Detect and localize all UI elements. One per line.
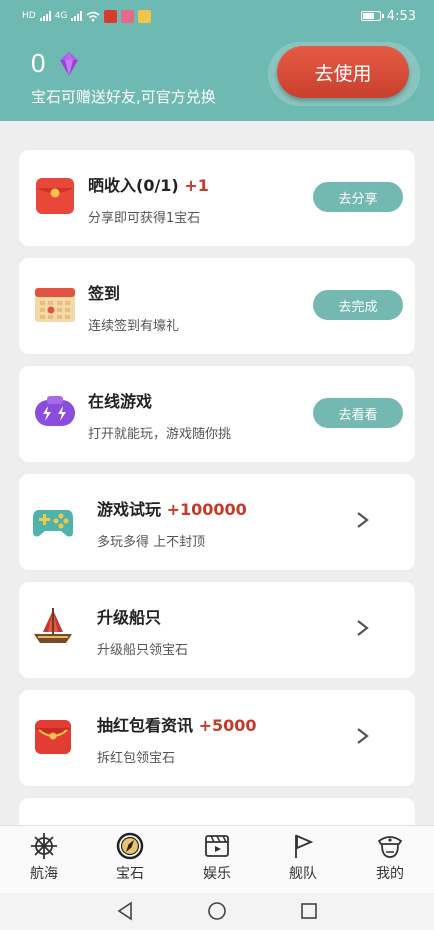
- home-icon[interactable]: [207, 901, 227, 921]
- share-button[interactable]: 去分享: [313, 182, 403, 212]
- use-gems-button[interactable]: 去使用: [277, 46, 409, 98]
- tab-gems[interactable]: 宝石: [95, 832, 165, 890]
- gamepad-lightning-icon: [35, 396, 75, 426]
- hd-label: HD: [22, 10, 36, 21]
- task-bonus: +5000: [198, 716, 257, 735]
- task-title: 晒收入(0/1): [88, 176, 179, 195]
- app-notification-icon: [138, 9, 152, 23]
- tab-label: 宝石: [116, 866, 144, 882]
- network-label: 4G: [54, 10, 68, 21]
- purple-gem-icon: [60, 51, 79, 76]
- ship-icon: [34, 608, 72, 643]
- app-notification-icon: [104, 9, 118, 23]
- clock: 4:53: [386, 8, 416, 24]
- signal-icon: [39, 11, 51, 21]
- task-subtitle: 拆红包领宝石: [97, 751, 176, 766]
- task-title: 游戏试玩: [97, 500, 162, 519]
- back-icon[interactable]: [116, 901, 134, 921]
- red-pouch-icon: [35, 720, 71, 754]
- gem-count: 0: [31, 48, 46, 78]
- task-card-online-games: 在线游戏 打开就能玩，游戏随你挑 去看看: [19, 366, 415, 462]
- app-notification-icon: [121, 9, 135, 23]
- task-title: 签到: [88, 284, 121, 303]
- task-title: 在线游戏: [88, 392, 153, 411]
- compass-icon: [116, 832, 144, 860]
- task-subtitle: 升级船只领宝石: [97, 643, 189, 658]
- tab-label: 航海: [30, 866, 58, 882]
- task-subtitle: 连续签到有壕礼: [88, 319, 180, 334]
- gem-balance: 0: [31, 48, 79, 79]
- task-card-checkin: 签到 连续签到有壕礼 去完成: [19, 258, 415, 354]
- task-card-red-packet-news[interactable]: 抽红包看资讯 +5000 拆红包领宝石: [19, 690, 415, 786]
- clapper-icon: [205, 835, 229, 857]
- recents-icon[interactable]: [300, 901, 318, 921]
- system-nav-bar: [0, 893, 434, 930]
- view-games-button[interactable]: 去看看: [313, 398, 403, 428]
- gem-tip: 宝石可赠送好友,可官方兑换: [31, 88, 216, 106]
- chevron-right-icon[interactable]: [351, 616, 375, 640]
- header: HD 4G 4:53 0 宝石可赠送好友,可官方兑换 去使用: [0, 0, 434, 121]
- tab-entertainment[interactable]: 娱乐: [182, 832, 252, 890]
- signal-icon: [71, 11, 83, 21]
- tab-fleet[interactable]: 舰队: [268, 832, 338, 890]
- checkin-button[interactable]: 去完成: [313, 290, 403, 320]
- task-subtitle: 多玩多得 上不封顶: [97, 535, 206, 550]
- chevron-right-icon[interactable]: [351, 508, 375, 532]
- task-card-share-income: 晒收入(0/1) +1 分享即可获得1宝石 去分享: [19, 150, 415, 246]
- status-bar: HD 4G 4:53: [22, 6, 416, 26]
- tab-label: 娱乐: [203, 866, 231, 882]
- tab-profile[interactable]: 我的: [355, 832, 425, 890]
- tab-label: 舰队: [289, 866, 317, 882]
- task-bonus: +1: [184, 176, 209, 195]
- task-subtitle: 打开就能玩，游戏随你挑: [88, 427, 232, 442]
- red-envelope-icon: [36, 178, 74, 214]
- helm-icon: [31, 833, 57, 859]
- task-title: 升级船只: [97, 608, 162, 627]
- task-bonus: +100000: [166, 500, 247, 519]
- task-card-trial-games[interactable]: 游戏试玩 +100000 多玩多得 上不封顶: [19, 474, 415, 570]
- flag-icon: [295, 834, 314, 858]
- tab-label: 我的: [376, 866, 404, 882]
- task-title: 抽红包看资讯: [97, 716, 194, 735]
- wifi-icon: [86, 11, 100, 21]
- bottom-tab-bar: 航海 宝石 娱乐 舰队 我的: [0, 825, 434, 893]
- battery-icon: [360, 11, 384, 21]
- captain-icon: [377, 836, 403, 858]
- task-subtitle: 分享即可获得1宝石: [88, 211, 201, 226]
- task-card-upgrade-ship[interactable]: 升级船只 升级船只领宝石: [19, 582, 415, 678]
- chevron-right-icon[interactable]: [351, 724, 375, 748]
- tab-sailing[interactable]: 航海: [9, 832, 79, 890]
- calendar-icon: [35, 288, 75, 322]
- green-gamepad-icon: [33, 510, 73, 537]
